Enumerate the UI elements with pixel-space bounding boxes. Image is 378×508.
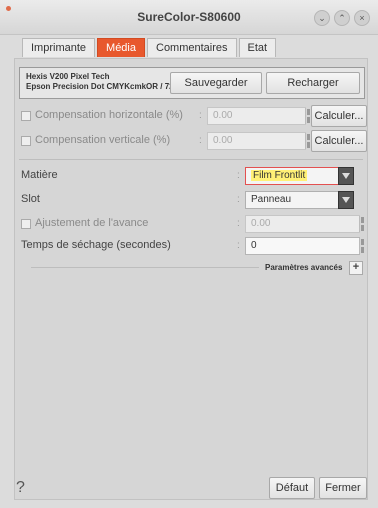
media-selector[interactable]: Hexis V200 Pixel Tech Epson Precision Do… xyxy=(19,67,365,99)
default-button[interactable]: Défaut xyxy=(269,477,315,499)
compensation-vertical-input[interactable]: 0.00 xyxy=(207,132,306,150)
avance-label: Ajustement de l'avance xyxy=(35,217,149,229)
compensation-horizontal-checkbox[interactable] xyxy=(21,111,31,121)
avance-input[interactable]: 0.00 xyxy=(245,215,360,233)
tab-media[interactable]: Média xyxy=(97,38,145,57)
compensation-horizontal-stepper[interactable] xyxy=(305,108,310,124)
close-icon[interactable]: × xyxy=(354,10,370,26)
compensation-vertical-label: Compensation verticale (%) xyxy=(35,134,171,146)
slot-label: Slot xyxy=(21,193,40,205)
matiere-value: Film Frontlit xyxy=(251,170,308,181)
save-button[interactable]: Sauvegarder xyxy=(170,72,262,94)
reload-button[interactable]: Recharger xyxy=(266,72,360,94)
tab-bar: Imprimante Média Commentaires Etat xyxy=(22,38,278,58)
chevron-down-icon[interactable]: ⌄ xyxy=(314,10,330,26)
media-profile: Epson Precision Dot CMYKcmkOR / 72 xyxy=(26,82,174,91)
matiere-label: Matière xyxy=(21,169,58,181)
dropdown-arrow-icon[interactable] xyxy=(338,167,354,185)
avance-checkbox[interactable] xyxy=(21,219,31,229)
expand-advanced-button[interactable]: + xyxy=(349,261,363,275)
avance-stepper[interactable] xyxy=(359,216,364,232)
compensation-vertical-stepper[interactable] xyxy=(305,133,310,149)
media-panel: Hexis V200 Pixel Tech Epson Precision Do… xyxy=(14,58,368,500)
sechage-input[interactable]: 0 xyxy=(245,237,360,255)
compensation-vertical-checkbox[interactable] xyxy=(21,136,31,146)
title-bar: SureColor-S80600 ⌄ ⌃ × xyxy=(0,0,378,35)
calculate-vertical-button[interactable]: Calculer... xyxy=(311,130,367,152)
matiere-select[interactable]: Film Frontlit xyxy=(245,167,354,185)
media-name: Hexis V200 Pixel Tech xyxy=(26,72,110,81)
compensation-horizontal-input[interactable]: 0.00 xyxy=(207,107,306,125)
tab-commentaires[interactable]: Commentaires xyxy=(147,38,237,57)
advanced-divider xyxy=(31,267,259,268)
slot-select[interactable]: Panneau xyxy=(245,191,354,209)
sechage-label: Temps de séchage (secondes) xyxy=(21,239,171,251)
compensation-horizontal-label: Compensation horizontale (%) xyxy=(35,109,183,121)
tab-imprimante[interactable]: Imprimante xyxy=(22,38,96,57)
dropdown-arrow-icon[interactable] xyxy=(338,191,354,209)
tab-etat[interactable]: Etat xyxy=(238,38,277,57)
close-button[interactable]: Fermer xyxy=(319,477,367,499)
chevron-up-icon[interactable]: ⌃ xyxy=(334,10,350,26)
section-divider xyxy=(19,159,363,160)
advanced-settings-label: Paramètres avancés xyxy=(265,263,343,272)
sechage-stepper[interactable] xyxy=(359,238,364,254)
calculate-horizontal-button[interactable]: Calculer... xyxy=(311,105,367,127)
help-icon[interactable]: ? xyxy=(16,479,25,497)
slot-value: Panneau xyxy=(251,194,292,205)
